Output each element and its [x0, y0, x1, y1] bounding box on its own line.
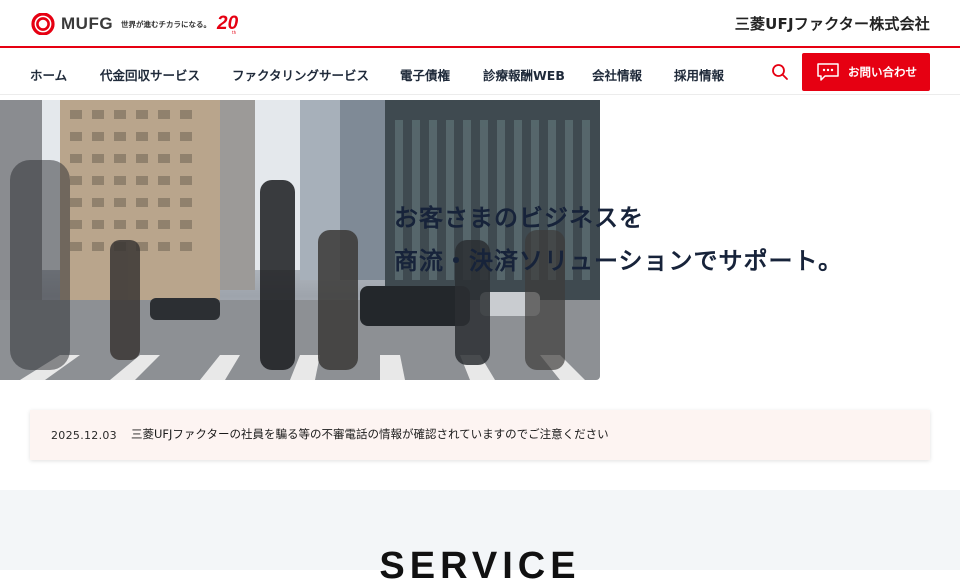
mufg-logo-icon [30, 13, 56, 35]
top-header: MUFG 世界が進むチカラになる。 20 th 三菱UFJファクター株式会社 [0, 0, 960, 46]
contact-button-label: お問い合わせ [848, 65, 917, 79]
nav-item-electronic-claims[interactable]: 電子債権 [400, 65, 450, 84]
contact-button[interactable]: お問い合わせ [802, 53, 930, 91]
nav-item-home[interactable]: ホーム [30, 65, 67, 84]
hero-headline-line2: 商流・決済ソリューションでサポート。 [394, 247, 844, 275]
chat-bubble-icon [816, 62, 840, 82]
nav-item-company-info[interactable]: 会社情報 [592, 65, 642, 84]
mufg-logo[interactable]: MUFG 世界が進むチカラになる。 20 th [30, 12, 245, 36]
nav-item-recruitment[interactable]: 採用情報 [674, 65, 724, 84]
hero-headline: お客さまのビジネスを 商流・決済ソリューションでサポート。 [394, 197, 843, 283]
nav-item-medical-fee-web[interactable]: 診療報酬WEB [483, 65, 565, 84]
notice-link[interactable]: 三菱UFJファクターの社員を騙る等の不審電話の情報が確認されていますのでご注意く… [131, 426, 609, 442]
mufg-logo-text: MUFG [61, 14, 114, 33]
company-name[interactable]: 三菱UFJファクター株式会社 [735, 13, 930, 34]
news-notice[interactable]: 2025.12.03 三菱UFJファクターの社員を騙る等の不審電話の情報が確認さ… [30, 410, 930, 460]
hero-headline-line1: お客さまのビジネスを [394, 204, 644, 232]
nav-item-factoring-service[interactable]: ファクタリングサービス [232, 65, 369, 84]
notice-date: 2025.12.03 [51, 429, 117, 442]
search-icon[interactable] [771, 63, 789, 81]
main-nav: ホーム 代金回収サービス ファクタリングサービス 電子債権 診療報酬WEB 会社… [0, 48, 960, 95]
anniversary-mark: 20 th [217, 12, 245, 36]
tagline: 世界が進むチカラになる。 [121, 19, 212, 29]
nav-item-collection-service[interactable]: 代金回収サービス [100, 65, 200, 84]
anniversary-sub: th [232, 30, 237, 35]
service-section-title: SERVICE [379, 545, 581, 587]
